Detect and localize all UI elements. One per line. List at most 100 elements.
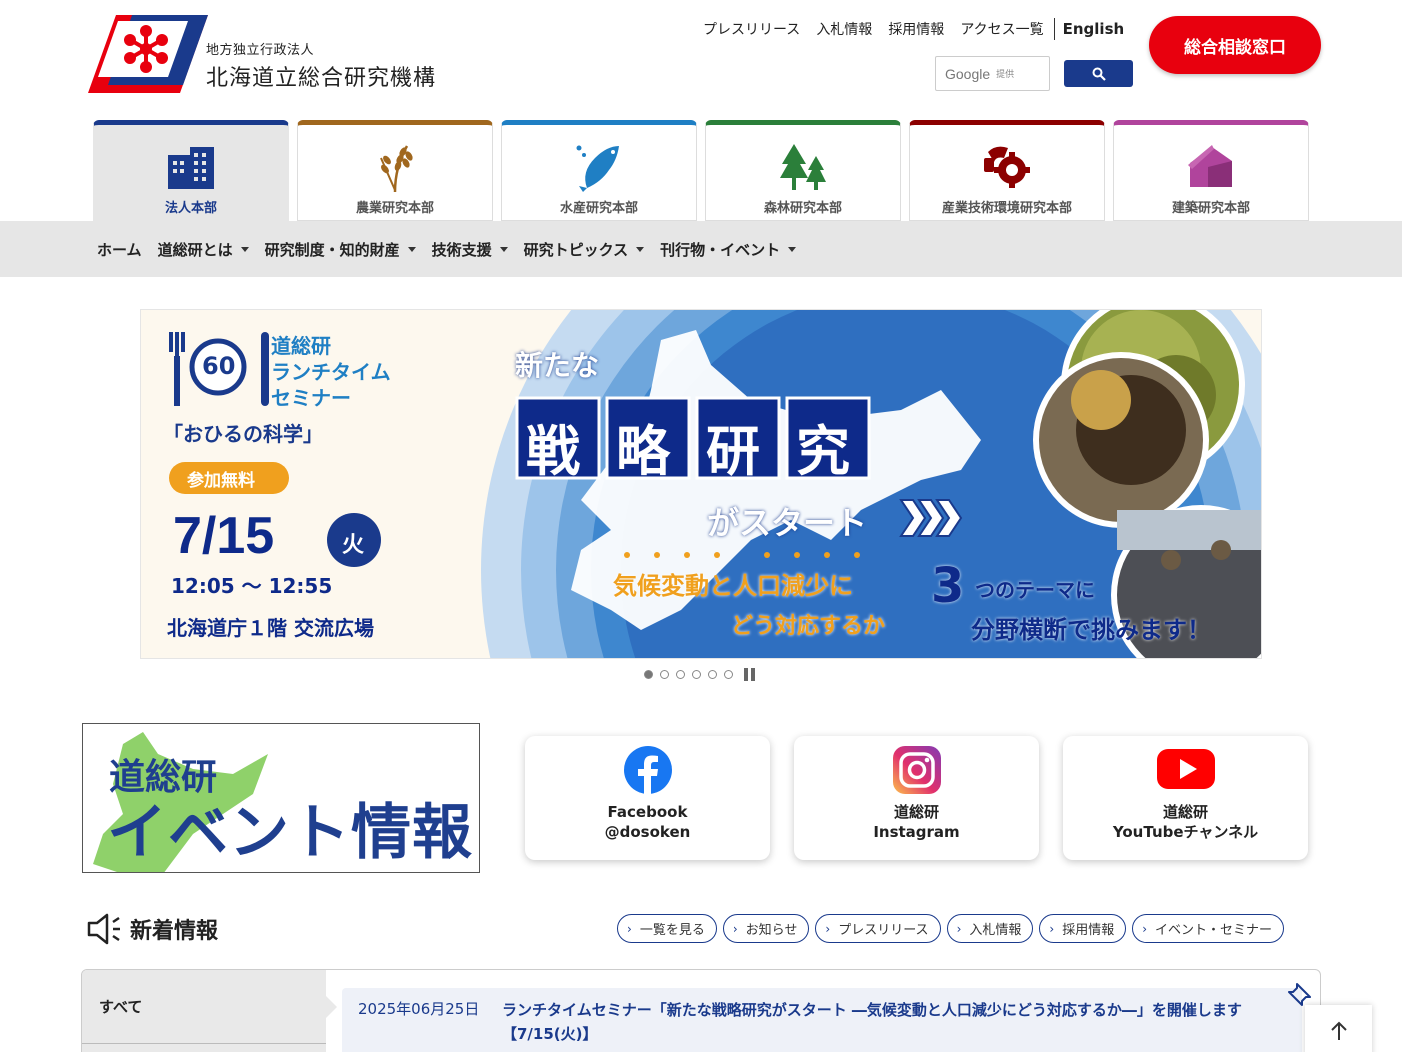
tab-industrial-technology[interactable]: 産業技術環境研究本部	[909, 120, 1105, 221]
pause-icon[interactable]	[744, 668, 758, 681]
consultation-button[interactable]: 総合相談窓口	[1149, 16, 1321, 74]
pill-label: プレスリリース	[838, 923, 929, 938]
nav-research-system[interactable]: 研究制度・知的財産	[265, 239, 416, 260]
seminar-badge-number: 60	[202, 352, 236, 380]
caret-down-icon	[240, 246, 249, 252]
link-recruitment-info[interactable]: › 採用情報	[1039, 914, 1127, 943]
link-access[interactable]: アクセス一覧	[960, 19, 1043, 39]
theme-line-b: どう対応するか	[731, 614, 886, 639]
strategy-char-2: 略	[616, 420, 670, 483]
seminar-title-line1: 道総研	[271, 334, 331, 358]
house-icon	[1188, 145, 1232, 187]
youtube-card[interactable]: 道総研 YouTubeチャンネル	[1063, 736, 1308, 860]
main-navigation: ホーム 道総研とは 研究制度・知的財産 技術支援 研究トピックス 刊行物・イベン…	[0, 221, 1402, 277]
google-brand: Google	[945, 65, 991, 82]
nav-tech-support[interactable]: 技術支援	[432, 239, 508, 260]
news-title: 新着情報	[130, 919, 219, 944]
link-bidding[interactable]: 入札情報	[816, 19, 872, 39]
carousel-dot[interactable]	[692, 670, 701, 679]
tab-label: 建築研究本部	[1171, 201, 1250, 216]
link-bidding-info[interactable]: › 入札情報	[946, 914, 1034, 943]
chevron-right-icon: ›	[956, 921, 962, 936]
chevron-right-icon: ›	[627, 921, 632, 936]
event-info-banner[interactable]: 道総研 イベント情報	[82, 723, 480, 873]
theme-line-a: 気候変動と人口減少に	[613, 572, 853, 600]
facebook-caption: Facebook @dosoken	[605, 802, 691, 842]
tab-agriculture[interactable]: 農業研究本部	[297, 120, 493, 221]
link-events-seminars[interactable]: › イベント・セミナー	[1132, 914, 1285, 943]
caret-down-icon	[788, 246, 797, 252]
carousel-dot[interactable]	[644, 670, 653, 679]
department-tabs: 法人本部 農業研究本部 水産研究本部 森林研究本部 産業技術環境研究本部 建築研…	[93, 120, 1317, 221]
nav-label: 道総研とは	[157, 240, 233, 259]
chevron-right-icon: ›	[732, 921, 738, 936]
carousel-dot[interactable]	[708, 670, 717, 679]
youtube-icon	[1156, 749, 1215, 789]
tab-forestry[interactable]: 森林研究本部	[705, 120, 901, 221]
fish-icon	[576, 145, 619, 192]
facebook-card[interactable]: Facebook @dosoken	[525, 736, 770, 860]
utility-links: プレスリリース 入札情報 採用情報 アクセス一覧 English	[703, 18, 1124, 40]
tab-label: 水産研究本部	[559, 201, 638, 216]
facebook-icon	[623, 746, 672, 794]
rice-icon	[380, 145, 413, 192]
three-number: 3	[931, 558, 965, 614]
tab-headquarters[interactable]: 法人本部	[93, 120, 289, 221]
news-header: 新着情報	[86, 912, 218, 946]
event-weekday: 火	[342, 533, 365, 558]
back-to-top-button[interactable]	[1305, 1005, 1372, 1052]
nav-label: 研究トピックス	[523, 240, 629, 259]
arrow-up-icon	[1330, 1021, 1347, 1040]
caption-line: 道総研	[1162, 803, 1208, 821]
carousel-dot[interactable]	[676, 670, 685, 679]
caption-line: @dosoken	[604, 823, 691, 841]
free-admission-badge: 参加無料	[187, 471, 255, 491]
banner-new: 新たな	[515, 349, 600, 382]
pill-label: お知らせ	[745, 923, 798, 938]
trees-icon	[780, 144, 826, 190]
tab-architecture[interactable]: 建築研究本部	[1113, 120, 1309, 221]
nav-home[interactable]: ホーム	[97, 239, 142, 260]
strategy-char-3: 研	[706, 420, 760, 483]
tab-fisheries[interactable]: 水産研究本部	[501, 120, 697, 221]
cross-field: 分野横断で挑みます！	[971, 616, 1211, 644]
hero-banner[interactable]: 60 道総研 ランチタイム セミナー 「おひるの科学」 参加無料 7/15 火 …	[140, 309, 1262, 659]
caption-line: Instagram	[873, 823, 960, 841]
carousel-controls	[644, 668, 758, 681]
carousel-dot[interactable]	[724, 670, 733, 679]
gear-icon	[984, 146, 1030, 188]
news-panel: すべて 2025年06月25日 ランチタイムセミナー「新たな戦略研究がスタート …	[81, 969, 1321, 1052]
pill-label: 採用情報	[1062, 923, 1115, 938]
category-all-tab[interactable]: すべて	[82, 970, 326, 1044]
site-logo[interactable]: 地方独立行政法人 北海道立総合研究機構	[88, 15, 435, 93]
link-press-release[interactable]: プレスリリース	[703, 19, 800, 39]
event-venue: 北海道庁１階 交流広場	[167, 616, 374, 640]
caret-down-icon	[407, 246, 416, 252]
nav-research-topics[interactable]: 研究トピックス	[524, 239, 645, 260]
pill-label: イベント・セミナー	[1155, 923, 1273, 938]
link-notices[interactable]: › お知らせ	[722, 914, 810, 943]
link-recruitment[interactable]: 採用情報	[888, 19, 944, 39]
link-view-all[interactable]: › 一覧を見る	[617, 914, 717, 943]
search-input[interactable]: Google 提供	[935, 56, 1050, 91]
link-english[interactable]: English	[1063, 20, 1125, 38]
news-item[interactable]: 2025年06月25日 ランチタイムセミナー「新たな戦略研究がスタート ―気候変…	[342, 988, 1302, 1052]
nav-publications-events[interactable]: 刊行物・イベント	[660, 239, 797, 260]
caption-line: Facebook	[607, 803, 688, 821]
link-press-releases[interactable]: › プレスリリース	[815, 914, 941, 943]
search-button[interactable]	[1064, 60, 1133, 87]
nav-about[interactable]: 道総研とは	[158, 239, 249, 260]
chevron-right-icon: ›	[825, 921, 831, 936]
org-name: 北海道立総合研究機構	[206, 66, 437, 91]
active-category-pointer	[326, 996, 337, 1018]
divider	[1053, 18, 1055, 40]
news-item-title[interactable]: ランチタイムセミナー「新たな戦略研究がスタート ―気候変動と人口減少にどう対応す…	[502, 998, 1282, 1046]
instagram-card[interactable]: 道総研 Instagram	[794, 736, 1039, 860]
nav-label: ホーム	[97, 240, 142, 259]
nav-label: 技術支援	[431, 240, 492, 259]
pill-label: 一覧を見る	[639, 923, 705, 938]
tab-label: 産業技術環境研究本部	[941, 201, 1072, 216]
caret-down-icon	[636, 246, 645, 252]
tab-label: 森林研究本部	[763, 201, 842, 216]
carousel-dot[interactable]	[660, 670, 669, 679]
